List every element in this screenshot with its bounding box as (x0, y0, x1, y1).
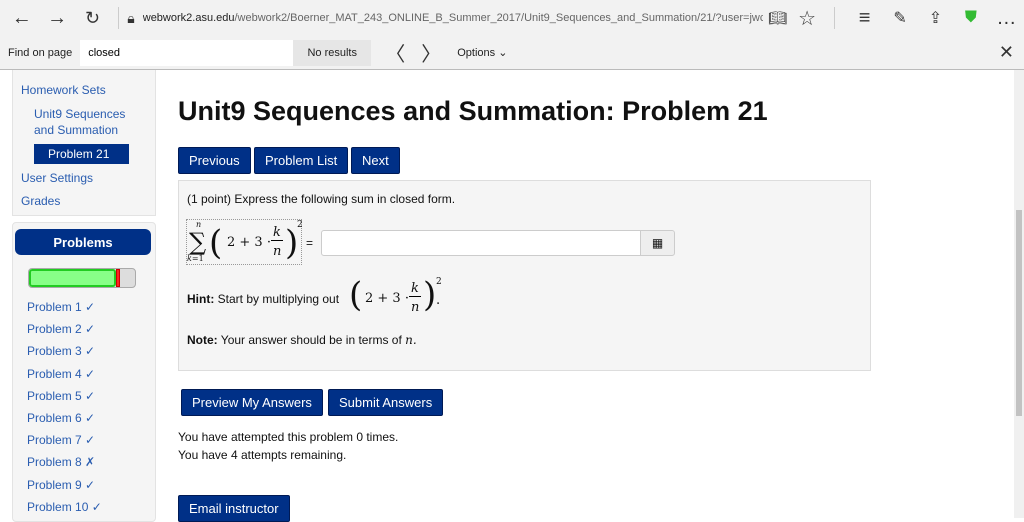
share-icon[interactable]: ⇪ (918, 8, 953, 28)
progress-incorrect (115, 269, 121, 287)
problem-list-button[interactable]: Problem List (254, 147, 349, 174)
previous-button[interactable]: Previous (178, 147, 251, 174)
address-bar[interactable]: webwork2.asu.edu/webwork2/Boerner_MAT_24… (143, 12, 763, 24)
scrollbar-thumb[interactable] (1016, 210, 1022, 416)
equals-sign: = (306, 236, 314, 250)
more-icon[interactable]: … (989, 7, 1024, 30)
problems-panel: Problems Problem 1 ✓ Problem 2 ✓ Problem 3… (12, 222, 156, 522)
progress-bar (28, 268, 136, 288)
find-input[interactable] (80, 39, 294, 66)
problem-link[interactable]: Problem 6 ✓ (27, 411, 95, 425)
find-results: No results (293, 39, 372, 66)
forward-icon[interactable]: → (39, 7, 74, 30)
find-options-button[interactable]: Options ⌄ (457, 46, 507, 59)
problem-prompt: (1 point) Express the following sum in c… (187, 192, 456, 206)
next-button[interactable]: Next (351, 147, 400, 174)
favorite-star-icon[interactable]: ☆ (792, 6, 822, 31)
problem-link[interactable]: Problem 5 ✓ (27, 389, 95, 403)
find-next-icon[interactable]: 〉 (413, 38, 449, 67)
problem-link[interactable]: Problem 9 ✓ (27, 478, 95, 492)
sum-expression: ∑ n k=1 ( 2 + 3 · k n ) 2 (186, 219, 303, 265)
sidebar-homework-sets[interactable]: Homework Sets (21, 83, 106, 97)
problem-link[interactable]: Problem 7 ✓ (27, 433, 95, 447)
problem-link[interactable]: Problem 8 ✗ (27, 455, 95, 469)
hint-expression: ( 2 + 3 · k n ) 2 . (349, 275, 442, 315)
sidebar-current-problem[interactable]: Problem 21 (34, 144, 129, 164)
problem-link[interactable]: Problem 3 ✓ (27, 344, 95, 358)
problem-link[interactable]: Problem 2 ✓ (27, 322, 95, 336)
page-title: Unit9 Sequences and Summation: Problem 2… (178, 96, 768, 126)
preview-answers-button[interactable]: Preview My Answers (181, 389, 323, 416)
lock-icon: 🔒︎ (127, 9, 135, 26)
hint: Hint: Start by multiplying out (187, 292, 340, 306)
problem-box: (1 point) Express the following sum in c… (178, 180, 871, 371)
equation-editor-button[interactable]: ▦ (640, 230, 675, 256)
hub-icon[interactable]: ≡ (847, 7, 882, 30)
browser-toolbar: ← → ↻ 🔒︎ webwork2.asu.edu/webwork2/Boern… (0, 0, 1024, 36)
remaining-message: You have 4 attempts remaining. (178, 448, 347, 462)
sidebar-user-settings[interactable]: User Settings (21, 171, 93, 185)
sidebar-set-link[interactable]: Unit9 Sequences and Summation (34, 107, 125, 139)
problem-link[interactable]: Problem 1 ✓ (27, 300, 95, 314)
shield-extension-icon[interactable]: ⛊ (953, 9, 988, 27)
refresh-icon[interactable]: ↻ (75, 8, 110, 29)
attempts-message: You have attempted this problem 0 times. (178, 430, 399, 444)
close-find-icon[interactable]: ✕ (999, 42, 1014, 63)
answer-input[interactable] (321, 230, 641, 256)
find-label: Find on page (8, 46, 73, 59)
reading-view-icon[interactable]: 📖︎ (763, 9, 793, 27)
submit-answers-button[interactable]: Submit Answers (328, 389, 444, 416)
find-bar: Find on page No results 〈 〉 Options ⌄ ✕ (0, 36, 1024, 70)
sidebar-nav: Homework Sets Unit9 Sequences and Summati… (12, 70, 156, 216)
notes-icon[interactable]: ✎ (882, 8, 917, 28)
scrollbar[interactable] (1014, 70, 1024, 518)
grid-icon: ▦ (651, 236, 664, 250)
progress-correct (29, 269, 116, 287)
problem-link[interactable]: Problem 4 ✓ (27, 367, 95, 381)
problem-link[interactable]: Problem 10 ✓ (27, 500, 102, 514)
problems-header: Problems (15, 229, 151, 255)
find-previous-icon[interactable]: 〈 (377, 38, 413, 67)
sidebar-grades[interactable]: Grades (21, 194, 60, 208)
note: Note: Your answer should be in terms of … (187, 333, 417, 347)
back-icon[interactable]: ← (4, 7, 39, 30)
